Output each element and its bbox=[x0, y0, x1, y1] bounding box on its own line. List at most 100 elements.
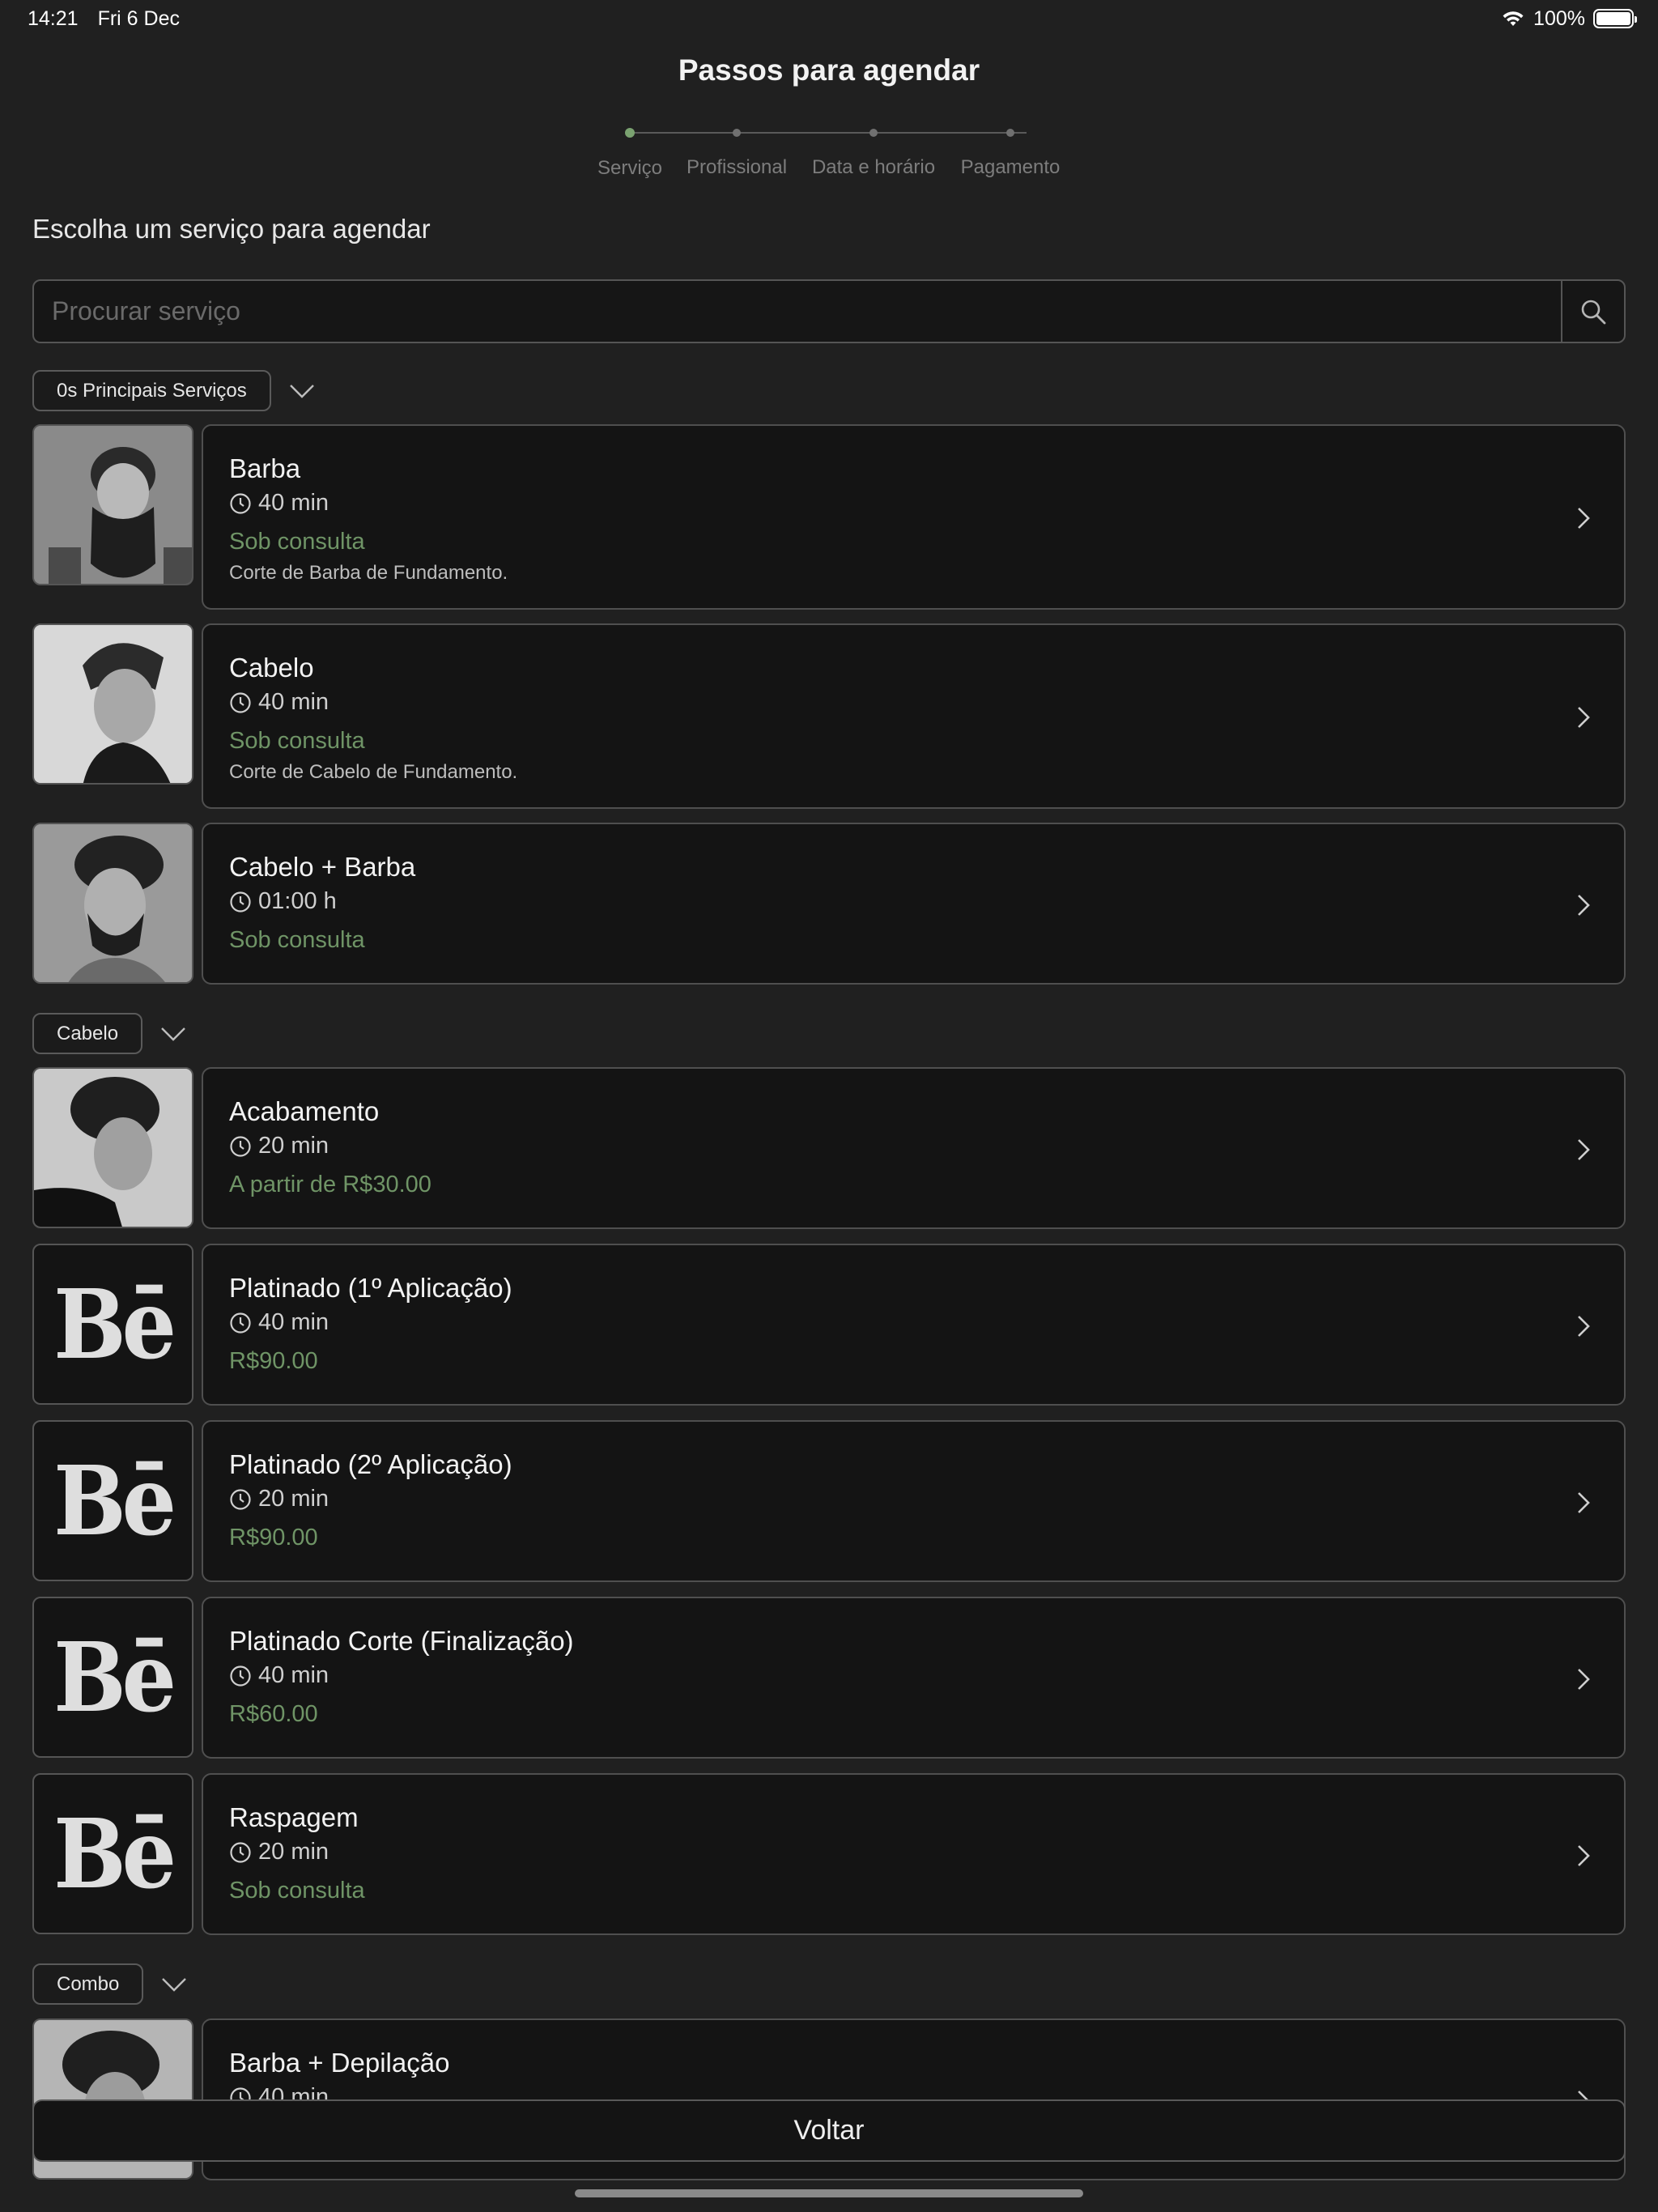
status-time: 14:21 bbox=[28, 6, 79, 30]
back-button[interactable]: Voltar bbox=[32, 2099, 1626, 2162]
service-card[interactable]: Platinado (1º Aplicação) 40 min R$90.00 bbox=[202, 1244, 1626, 1406]
service-name: Raspagem bbox=[229, 1802, 359, 1832]
service-item-platinado-corte[interactable]: Bē Platinado Corte (Finalização) 40 min … bbox=[32, 1597, 1626, 1759]
be-logo-text: Bē bbox=[53, 1797, 176, 1910]
clock-icon bbox=[230, 1135, 251, 1157]
chevron-down-icon[interactable] bbox=[160, 1026, 186, 1042]
man-pompadour-haircut-photo bbox=[34, 625, 192, 783]
chevron-right-icon bbox=[1578, 707, 1590, 728]
category-chip[interactable]: Combo bbox=[32, 1963, 144, 2005]
chevron-right-icon bbox=[1578, 1492, 1590, 1513]
service-name: Acabamento bbox=[229, 1096, 380, 1126]
service-duration: 40 min bbox=[229, 1309, 329, 1336]
service-price: R$90.00 bbox=[229, 1525, 318, 1551]
service-name: Platinado (2º Aplicação) bbox=[229, 1449, 512, 1479]
status-bar: 14:21 Fri 6 Dec 100% bbox=[0, 0, 1658, 37]
service-name: Barba + Depilação bbox=[229, 2048, 450, 2078]
category-cabelo: Cabelo bbox=[32, 1013, 186, 1054]
service-item-cabelo[interactable]: Cabelo 40 min Sob consulta Corte de Cabe… bbox=[32, 623, 1626, 809]
service-price: Sob consulta bbox=[229, 728, 365, 754]
wifi-icon bbox=[1503, 11, 1524, 26]
service-duration: 20 min bbox=[229, 1133, 329, 1159]
search-input[interactable] bbox=[34, 281, 1561, 342]
service-item-cabelo-barba[interactable]: Cabelo + Barba 01:00 h Sob consulta bbox=[32, 823, 1626, 985]
status-date: Fri 6 Dec bbox=[97, 6, 180, 30]
service-card[interactable]: Platinado Corte (Finalização) 40 min R$6… bbox=[202, 1597, 1626, 1759]
step-dot-icon bbox=[869, 129, 878, 137]
duration-text: 20 min bbox=[258, 1839, 329, 1865]
service-photo bbox=[32, 623, 193, 785]
service-description: Corte de Barba de Fundamento. bbox=[229, 562, 508, 584]
duration-text: 20 min bbox=[258, 1133, 329, 1159]
chevron-right-icon bbox=[1578, 895, 1590, 916]
step-label: Profissional bbox=[686, 156, 788, 178]
service-card[interactable]: Cabelo + Barba 01:00 h Sob consulta bbox=[202, 823, 1626, 985]
service-price: R$60.00 bbox=[229, 1701, 318, 1727]
service-name: Cabelo + Barba bbox=[229, 852, 416, 882]
be-logo-text: Bē bbox=[53, 1444, 176, 1557]
status-left: 14:21 Fri 6 Dec bbox=[28, 7, 180, 31]
service-card[interactable]: Acabamento 20 min A partir de R$30.00 bbox=[202, 1067, 1626, 1229]
service-price: R$90.00 bbox=[229, 1348, 318, 1374]
clock-icon bbox=[230, 1841, 251, 1863]
chevron-down-icon[interactable] bbox=[289, 383, 315, 399]
service-photo bbox=[32, 424, 193, 585]
service-item-acabamento[interactable]: Acabamento 20 min A partir de R$30.00 bbox=[32, 1067, 1626, 1229]
service-name: Platinado (1º Aplicação) bbox=[229, 1273, 512, 1303]
man-curly-fade-photo bbox=[34, 1069, 192, 1227]
service-item-barba[interactable]: Barba 40 min Sob consulta Corte de Barba… bbox=[32, 424, 1626, 610]
category-chip[interactable]: Cabelo bbox=[32, 1013, 143, 1054]
category-principais-servicos: 0s Principais Serviços bbox=[32, 370, 315, 411]
service-description: Corte de Cabelo de Fundamento. bbox=[229, 761, 518, 783]
duration-text: 01:00 h bbox=[258, 888, 337, 914]
step-pagamento: Pagamento bbox=[937, 126, 1083, 179]
chevron-right-icon bbox=[1578, 508, 1590, 529]
booking-stepper: Serviço Profissional Data e horário Paga… bbox=[583, 126, 1077, 183]
clock-icon bbox=[230, 1488, 251, 1510]
man-with-long-beard-photo bbox=[34, 426, 192, 584]
status-right: 100% bbox=[1501, 7, 1637, 31]
brand-logo: Bē bbox=[32, 1420, 193, 1581]
service-photo bbox=[32, 823, 193, 984]
brand-logo: Bē bbox=[32, 1773, 193, 1934]
service-card[interactable]: Cabelo 40 min Sob consulta Corte de Cabe… bbox=[202, 623, 1626, 809]
chevron-right-icon bbox=[1578, 1139, 1590, 1160]
step-dot-icon bbox=[733, 129, 741, 137]
service-duration: 40 min bbox=[229, 689, 329, 716]
page-title: Passos para agendar bbox=[678, 53, 980, 87]
be-logo-text: Bē bbox=[53, 1267, 176, 1380]
chevron-down-icon[interactable] bbox=[161, 1976, 187, 1993]
duration-text: 40 min bbox=[258, 1662, 329, 1688]
service-card[interactable]: Barba 40 min Sob consulta Corte de Barba… bbox=[202, 424, 1626, 610]
service-price: A partir de R$30.00 bbox=[229, 1172, 432, 1197]
clock-icon bbox=[230, 891, 251, 912]
search-icon bbox=[1581, 300, 1606, 324]
service-duration: 01:00 h bbox=[229, 888, 337, 915]
duration-text: 40 min bbox=[258, 490, 329, 516]
service-item-raspagem[interactable]: Bē Raspagem 20 min Sob consulta bbox=[32, 1773, 1626, 1935]
duration-text: 20 min bbox=[258, 1486, 329, 1512]
search-button[interactable] bbox=[1561, 281, 1624, 342]
service-card[interactable]: Platinado (2º Aplicação) 20 min R$90.00 bbox=[202, 1420, 1626, 1582]
clock-icon bbox=[230, 492, 251, 514]
brand-logo: Bē bbox=[32, 1244, 193, 1405]
step-label: Pagamento bbox=[960, 156, 1061, 178]
step-dot-icon bbox=[625, 128, 635, 138]
battery-icon bbox=[1593, 9, 1637, 28]
service-card[interactable]: Raspagem 20 min Sob consulta bbox=[202, 1773, 1626, 1935]
home-indicator[interactable] bbox=[575, 2189, 1083, 2197]
category-chip[interactable]: 0s Principais Serviços bbox=[32, 370, 271, 411]
clock-icon bbox=[230, 1665, 251, 1687]
service-duration: 20 min bbox=[229, 1839, 329, 1865]
service-duration: 20 min bbox=[229, 1486, 329, 1512]
service-name: Cabelo bbox=[229, 653, 314, 683]
step-label: Data e horário bbox=[811, 156, 936, 178]
service-item-platinado-1[interactable]: Bē Platinado (1º Aplicação) 40 min R$90.… bbox=[32, 1244, 1626, 1406]
man-curly-hair-beard-photo bbox=[34, 824, 192, 982]
service-item-platinado-2[interactable]: Bē Platinado (2º Aplicação) 20 min R$90.… bbox=[32, 1420, 1626, 1582]
search-bar bbox=[32, 279, 1626, 343]
section-heading: Escolha um serviço para agendar bbox=[32, 214, 431, 244]
category-combo: Combo bbox=[32, 1963, 187, 2005]
chevron-right-icon bbox=[1578, 1316, 1590, 1337]
be-logo-text: Bē bbox=[53, 1620, 176, 1733]
